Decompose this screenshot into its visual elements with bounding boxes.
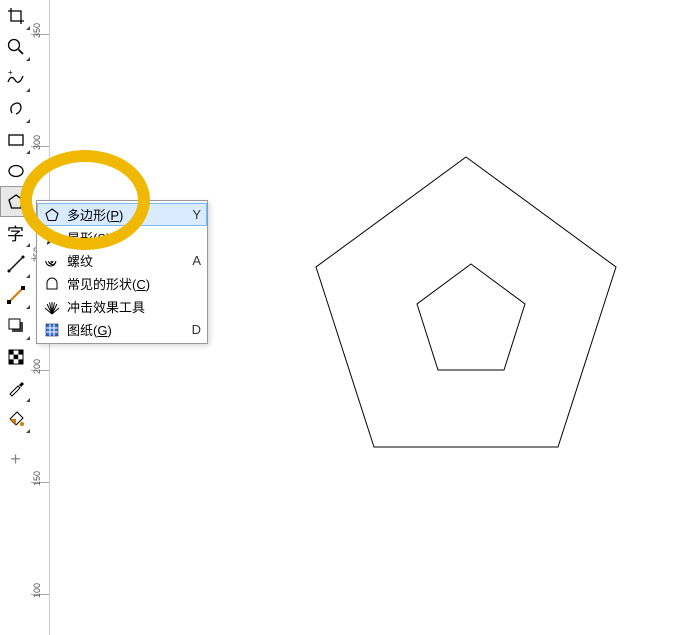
ellipse-tool-button[interactable] <box>0 155 31 186</box>
flyout-item-impact[interactable]: 冲击效果工具 <box>37 295 207 318</box>
zoom-icon <box>6 37 26 57</box>
flyout-indicator-icon <box>26 88 30 92</box>
flyout-item-shortcut: D <box>192 322 201 337</box>
smear-icon <box>6 99 26 119</box>
flyout-indicator-icon <box>26 274 30 278</box>
flyout-item-label: 星形(S) <box>67 228 201 247</box>
polygon-flyout-menu: 多边形(P) Y 星形(S) 螺纹 A 常见的形状(C) 冲击效果工具 <box>36 200 208 344</box>
flyout-indicator-icon <box>26 181 30 185</box>
fill-tool-button[interactable] <box>0 403 31 434</box>
eyedropper-icon <box>6 378 26 398</box>
flyout-item-label: 图纸(G) <box>67 320 192 339</box>
star-icon <box>43 229 61 247</box>
flyout-indicator-icon <box>26 57 30 61</box>
flyout-item-graph-paper[interactable]: 图纸(G) D <box>37 318 207 341</box>
flyout-item-label: 常见的形状(C) <box>67 274 201 293</box>
polygon-icon <box>43 206 61 224</box>
plus-icon: + <box>10 449 21 470</box>
flyout-item-label: 螺纹 <box>67 251 192 270</box>
spiral-icon <box>43 252 61 270</box>
flyout-indicator-icon <box>26 243 30 247</box>
pentagon-small[interactable] <box>411 258 531 378</box>
flyout-item-label: 多边形(P) <box>67 205 192 224</box>
impact-icon <box>43 298 61 316</box>
connector-tool-button[interactable] <box>0 279 31 310</box>
flyout-indicator-icon <box>26 305 30 309</box>
fill-icon <box>6 409 26 429</box>
polygon-icon <box>6 192 26 212</box>
ellipse-icon <box>6 161 26 181</box>
flyout-indicator-icon <box>26 398 30 402</box>
flyout-item-shortcut: Y <box>192 207 201 222</box>
crop-tool-button[interactable] <box>0 0 31 31</box>
smear-tool-button[interactable] <box>0 93 31 124</box>
flyout-item-polygon[interactable]: 多边形(P) Y <box>37 203 207 226</box>
line-icon <box>6 254 26 274</box>
text-icon: 字 <box>7 220 24 245</box>
drop-shadow-icon <box>6 316 26 336</box>
rectangle-tool-button[interactable] <box>0 124 31 155</box>
transparency-icon <box>6 347 26 367</box>
rectangle-icon <box>6 130 26 150</box>
zoom-tool-button[interactable] <box>0 31 31 62</box>
freehand-icon: + <box>6 68 26 88</box>
flyout-indicator-icon <box>26 119 30 123</box>
flyout-item-spiral[interactable]: 螺纹 A <box>37 249 207 272</box>
flyout-item-basic-shapes[interactable]: 常见的形状(C) <box>37 272 207 295</box>
graph-paper-icon <box>43 321 61 339</box>
add-tool-button[interactable]: + <box>0 444 31 475</box>
text-tool-button[interactable]: 字 <box>0 217 31 248</box>
flyout-item-shortcut: A <box>192 253 201 268</box>
basic-shapes-icon <box>43 275 61 293</box>
flyout-indicator-icon <box>25 211 29 215</box>
polygon-tool-button[interactable] <box>0 186 31 217</box>
flyout-indicator-icon <box>26 336 30 340</box>
freehand-tool-button[interactable]: + <box>0 62 31 93</box>
flyout-indicator-icon <box>26 429 30 433</box>
flyout-item-star[interactable]: 星形(S) <box>37 226 207 249</box>
drop-shadow-tool-button[interactable] <box>0 310 31 341</box>
flyout-indicator-icon <box>26 150 30 154</box>
toolbox: + 字 <box>0 0 31 635</box>
crop-icon <box>6 6 26 26</box>
eyedropper-tool-button[interactable] <box>0 372 31 403</box>
transparency-tool-button[interactable] <box>0 341 31 372</box>
flyout-indicator-icon <box>26 26 30 30</box>
line-tool-button[interactable] <box>0 248 31 279</box>
svg-text:+: + <box>8 68 13 77</box>
flyout-item-label: 冲击效果工具 <box>67 297 201 316</box>
connector-icon <box>6 285 26 305</box>
